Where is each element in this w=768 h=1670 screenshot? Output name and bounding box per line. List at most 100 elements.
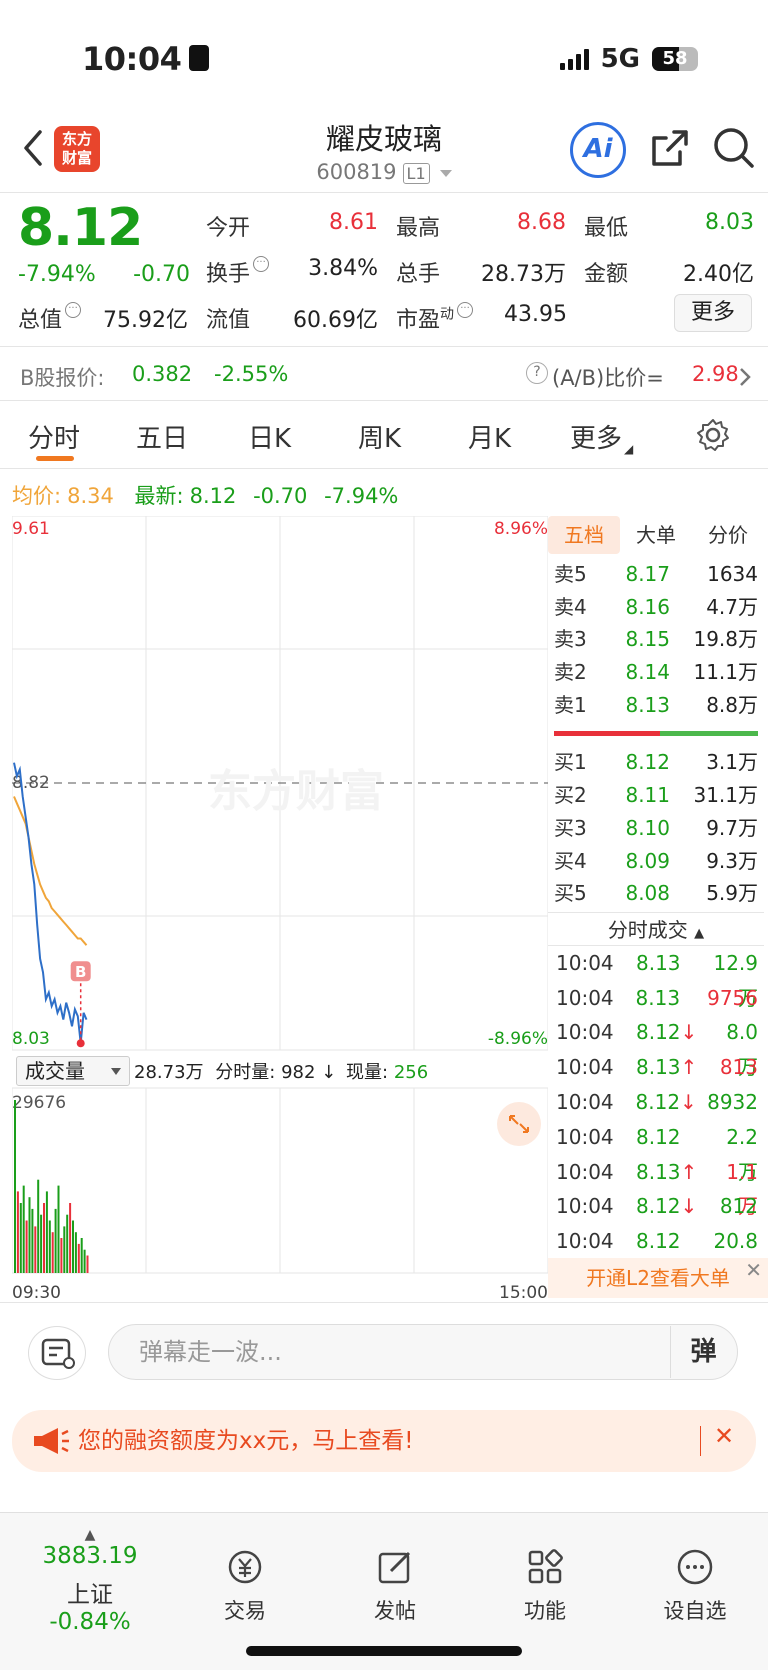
asks-level-row[interactable]: 卖5 8.17 1634 bbox=[548, 558, 764, 591]
trade-row: 10:04 8.12↓ 812 bbox=[556, 1194, 758, 1219]
open-value: 8.61 bbox=[329, 210, 378, 235]
volume-bar bbox=[43, 1203, 45, 1273]
volume-bar bbox=[45, 1191, 48, 1273]
tab-five-day[interactable]: 五日 bbox=[136, 418, 188, 455]
nav-trade[interactable]: 交易 bbox=[190, 1547, 300, 1625]
volume-bar bbox=[69, 1203, 72, 1273]
y-high-pct-label: 8.96% bbox=[494, 519, 548, 539]
asks-level-row[interactable]: 卖4 8.16 4.7万 bbox=[548, 591, 764, 624]
more-button[interactable]: 更多 bbox=[674, 294, 752, 332]
volume-bar bbox=[54, 1208, 57, 1273]
help-icon[interactable]: ? bbox=[526, 362, 548, 384]
l2-upgrade-banner[interactable]: 开通L2查看大单 ✕ bbox=[548, 1258, 768, 1298]
signal-icon bbox=[559, 48, 589, 70]
tab-weekly-k[interactable]: 周K bbox=[358, 418, 401, 455]
danmu-toggle-button[interactable]: 弹 bbox=[670, 1326, 736, 1378]
ai-icon[interactable]: Ai bbox=[570, 122, 626, 178]
tab-five-levels[interactable]: 五档 bbox=[548, 516, 620, 554]
buy-marker-dot bbox=[76, 1039, 85, 1048]
expand-button[interactable] bbox=[497, 1102, 541, 1146]
high-value: 8.68 bbox=[517, 210, 566, 235]
tab-daily-k[interactable]: 日K bbox=[248, 418, 291, 455]
asks-level-row[interactable]: 卖1 8.13 8.8万 bbox=[548, 689, 764, 722]
change-percent: -7.94% bbox=[18, 262, 96, 287]
y-high-label: 9.61 bbox=[12, 519, 50, 539]
volume-bar bbox=[37, 1179, 40, 1273]
comment-list-icon[interactable] bbox=[28, 1326, 86, 1380]
nav-post[interactable]: 发帖 bbox=[340, 1547, 450, 1625]
volume-bar bbox=[19, 1203, 22, 1273]
close-icon[interactable]: ✕ bbox=[714, 1422, 734, 1450]
nav-functions[interactable]: 功能 bbox=[490, 1547, 600, 1625]
megaphone-icon bbox=[34, 1428, 69, 1454]
volume-label: 总手 bbox=[396, 262, 441, 287]
bids-level-row[interactable]: 买5 8.08 5.9万 bbox=[548, 877, 764, 910]
market-index-widget[interactable]: ▲ 3883.19 上证 -0.84% bbox=[30, 1527, 150, 1635]
asks-level-row[interactable]: 卖2 8.14 11.1万 bbox=[548, 656, 764, 689]
bids-level-row[interactable]: 买4 8.09 9.3万 bbox=[548, 845, 764, 878]
order-book: 五档 大单 分价 卖5 8.17 1634 卖4 8.16 4.7万 卖3 8.15 19.8万… bbox=[548, 516, 764, 1288]
tab-large-orders[interactable]: 大单 bbox=[620, 516, 692, 554]
trade-row: 10:04 8.12↓ 8932 bbox=[556, 1090, 758, 1115]
turnover-value: 3.84% bbox=[308, 256, 378, 281]
asks-level-row[interactable]: 卖3 8.15 19.8万 bbox=[548, 623, 764, 656]
float-value: 60.69亿 bbox=[293, 308, 378, 333]
danmu-input[interactable]: 弹幕走一波... bbox=[108, 1324, 738, 1380]
current-price: 8.12 bbox=[18, 198, 143, 258]
open-label: 今开 bbox=[206, 216, 251, 241]
y-low-pct-label: -8.96% bbox=[488, 1029, 548, 1049]
level-badge: L1 bbox=[402, 163, 430, 184]
promo-banner[interactable]: 您的融资额度为xx元，马上查看! ✕ bbox=[12, 1410, 756, 1472]
tab-intraday[interactable]: 分时 bbox=[28, 418, 80, 455]
volume-bar bbox=[16, 1191, 19, 1273]
trade-row: 10:04 8.13 12.9万 bbox=[556, 950, 758, 1010]
volume-info: 28.73万 分时量: 982 ↓ 现量: 256 bbox=[134, 1062, 429, 1083]
nav-add-watchlist[interactable]: 设自选 bbox=[640, 1547, 750, 1625]
volume-bar bbox=[86, 1255, 89, 1273]
amount-value: 2.40亿 bbox=[683, 262, 754, 287]
info-icon[interactable]: ··· bbox=[457, 302, 474, 318]
tab-price-distribution[interactable]: 分价 bbox=[692, 516, 764, 554]
y-low-label: 8.03 bbox=[12, 1029, 50, 1049]
intraday-chart[interactable]: 东方财富 9.61 8.96% 8.82 8.03 -8.96% B 29676… bbox=[12, 516, 548, 1306]
info-icon[interactable]: ··· bbox=[65, 302, 82, 318]
tab-more[interactable]: 更多 ◢ bbox=[570, 418, 633, 456]
avg-price-line bbox=[13, 796, 88, 946]
volume-max-label: 29676 bbox=[12, 1093, 66, 1113]
volume-bar bbox=[66, 1214, 69, 1273]
volume-bar bbox=[51, 1232, 54, 1273]
bids-level-row[interactable]: 买3 8.10 9.7万 bbox=[548, 812, 764, 845]
bids-level-row[interactable]: 买1 8.12 3.1万 bbox=[548, 746, 764, 779]
volume-bar bbox=[34, 1226, 37, 1273]
edit-icon bbox=[378, 1551, 411, 1584]
low-value: 8.03 bbox=[705, 210, 754, 235]
volume-bar bbox=[31, 1208, 34, 1273]
network-type: 5G bbox=[600, 44, 640, 74]
gear-icon[interactable] bbox=[696, 418, 730, 452]
volume-bar bbox=[83, 1249, 86, 1273]
trade-row: 10:048.1220.8万 bbox=[556, 1229, 758, 1288]
trades-header[interactable]: 分时成交 ▲ bbox=[548, 911, 764, 946]
mktcap-value: 75.92亿 bbox=[103, 308, 188, 333]
volume-bar bbox=[40, 1214, 43, 1273]
status-indicators: 5G 58 bbox=[559, 44, 698, 74]
close-icon[interactable]: ✕ bbox=[745, 1250, 762, 1290]
volume-bar bbox=[63, 1226, 66, 1273]
tab-monthly-k[interactable]: 月K bbox=[468, 418, 511, 455]
more-dots-icon bbox=[677, 1549, 713, 1585]
home-indicator bbox=[246, 1646, 522, 1656]
watermark: 东方财富 bbox=[208, 766, 384, 817]
share-icon[interactable] bbox=[648, 126, 692, 170]
info-icon[interactable]: ··· bbox=[253, 256, 270, 272]
trade-icon bbox=[228, 1550, 262, 1584]
pe-label: 市盈动 ··· bbox=[396, 302, 474, 334]
volume-bars bbox=[14, 1100, 89, 1273]
bids-level-row[interactable]: 买2 8.11 31.1万 bbox=[548, 779, 764, 812]
high-label: 最高 bbox=[396, 216, 441, 241]
volume-value: 28.73万 bbox=[481, 262, 566, 287]
bid-ask-ratio-bar bbox=[554, 731, 758, 737]
indicator-select[interactable]: 成交量 bbox=[16, 1056, 130, 1086]
status-time: 10:04 bbox=[82, 40, 210, 78]
search-icon[interactable] bbox=[712, 126, 756, 170]
b-share-row[interactable]: B股报价: 0.382 -2.55% ? (A/B)比价= 2.98 bbox=[0, 348, 768, 400]
